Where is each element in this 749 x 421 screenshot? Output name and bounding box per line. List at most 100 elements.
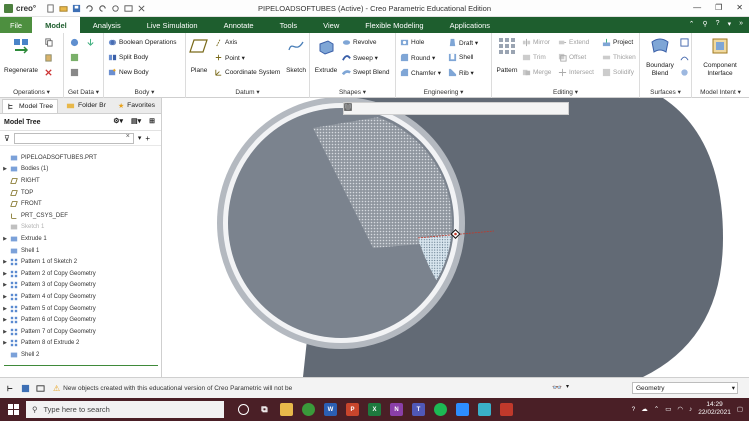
tab-file[interactable]: File [0, 17, 33, 33]
tree-item[interactable]: FRONT [0, 198, 161, 210]
tab-live-simulation[interactable]: Live Simulation [134, 17, 211, 33]
hole-button[interactable]: Hole [400, 38, 424, 47]
extend-button[interactable]: Extend [558, 38, 589, 47]
extrude-button[interactable]: Extrude [312, 36, 340, 74]
new-file-icon[interactable] [46, 3, 55, 13]
get-data-label[interactable]: Get Data ▾ [64, 88, 103, 96]
axis-button[interactable]: Axis [214, 38, 237, 47]
add-filter-icon[interactable]: + [145, 134, 150, 143]
tree-item[interactable]: Sketch 1 [0, 222, 161, 234]
help-tray-icon[interactable]: ? [632, 406, 636, 413]
round-button[interactable]: Round ▾ [400, 53, 435, 62]
split-body-button[interactable]: Split Body [108, 53, 148, 62]
tab-model[interactable]: Model [32, 17, 80, 33]
tab-annotate[interactable]: Annotate [211, 17, 267, 33]
tree-item[interactable]: Shell 1 [0, 245, 161, 257]
tree-item[interactable]: PRT_CSYS_DEF [0, 210, 161, 222]
tab-applications[interactable]: Applications [437, 17, 503, 33]
start-button[interactable] [0, 398, 26, 421]
powerpoint-icon[interactable]: P [346, 403, 359, 416]
teams-icon[interactable]: T [412, 403, 425, 416]
revolve-button[interactable]: Revolve [342, 38, 376, 47]
tree-item[interactable]: ▶ Pattern 6 of Copy Geometry [0, 314, 161, 326]
solidify-button[interactable]: Solidify [602, 68, 634, 77]
fill-icon[interactable] [680, 38, 689, 47]
notifications-icon[interactable]: ▢ [737, 405, 743, 413]
open-folder-icon[interactable] [59, 4, 68, 13]
maximize-icon[interactable]: ❐ [715, 3, 722, 12]
component-interface-button[interactable]: Component Interface [694, 36, 746, 78]
coordinate-system-button[interactable]: Coordinate System [214, 68, 280, 77]
chamfer-button[interactable]: Chamfer ▾ [400, 68, 441, 77]
chrome-icon[interactable] [302, 403, 315, 416]
close-window-icon[interactable] [137, 4, 146, 13]
copy-icon[interactable] [44, 38, 53, 47]
more-icon[interactable]: » [739, 20, 743, 28]
shell-button[interactable]: Shell [448, 53, 473, 62]
show-browser-icon[interactable] [21, 384, 30, 393]
cortana-icon[interactable] [238, 404, 249, 415]
tab-view[interactable]: View [310, 17, 352, 33]
tree-item[interactable]: ▶ Extrude 1 [0, 233, 161, 245]
tree-expand-icon[interactable]: ▶ [0, 282, 10, 288]
tree-expand-icon[interactable]: ▶ [0, 294, 10, 300]
user-defined-feature-icon[interactable] [70, 38, 79, 47]
file-explorer-icon[interactable] [280, 403, 293, 416]
sweep-button[interactable]: Sweep ▾ [342, 53, 378, 62]
close-icon[interactable]: ✕ [736, 3, 743, 12]
offset-button[interactable]: Offset [558, 53, 586, 62]
spotify-icon[interactable] [434, 403, 447, 416]
body-label[interactable]: Body ▾ [104, 88, 185, 96]
boundary-blend-button[interactable]: Boundary Blend [642, 36, 678, 78]
tree-settings-icon[interactable]: ⚙▾ [113, 117, 123, 125]
intersect-button[interactable]: Intersect [558, 68, 594, 77]
rib-button[interactable]: Rib ▾ [448, 68, 474, 77]
tree-item[interactable]: ▶ Pattern 1 of Sketch 2 [0, 256, 161, 268]
show-navigator-icon[interactable] [6, 384, 15, 393]
tab-flexible-modeling[interactable]: Flexible Modeling [352, 17, 436, 33]
pattern-button[interactable]: Pattern [494, 36, 520, 74]
thicken-button[interactable]: Thicken [602, 53, 636, 62]
save-icon[interactable] [72, 4, 81, 13]
tree-search-input[interactable]: × [13, 132, 134, 144]
tree-expand-icon[interactable]: ▶ [0, 306, 10, 312]
tree-item[interactable]: ▶ Pattern 3 of Copy Geometry [0, 280, 161, 292]
surfaces-label[interactable]: Surfaces ▾ [640, 88, 691, 96]
network-icon[interactable]: ▭ [665, 405, 671, 413]
style-icon[interactable] [680, 53, 689, 62]
redo-icon[interactable] [98, 4, 107, 13]
operations-label[interactable]: Operations ▾ [0, 88, 63, 96]
freestyle-icon[interactable] [680, 68, 689, 77]
regenerate-button[interactable]: Regenerate [2, 36, 40, 74]
onenote-icon[interactable]: N [390, 403, 403, 416]
sketch-button[interactable]: Sketch [284, 36, 308, 74]
find-dropdown-icon[interactable]: ▾ [566, 383, 569, 392]
tab-tools[interactable]: Tools [267, 17, 311, 33]
merge-button[interactable]: Merge [522, 68, 551, 77]
swept-blend-button[interactable]: Swept Blend [342, 68, 390, 77]
model-intent-label[interactable]: Model Intent ▾ [692, 88, 749, 96]
point-button[interactable]: Point ▾ [214, 53, 245, 62]
draft-button[interactable]: Draft ▾ [448, 38, 478, 47]
tree-expand-icon[interactable]: ▶ [0, 329, 10, 335]
weather-icon[interactable]: ☁ [641, 405, 648, 413]
task-view-icon[interactable]: ⧉ [258, 403, 271, 416]
tree-item[interactable]: Shell 2 [0, 349, 161, 361]
tree-item[interactable]: TOP [0, 187, 161, 199]
copy-geometry-icon[interactable] [70, 53, 79, 62]
paste-icon[interactable] [44, 53, 53, 62]
media-icon[interactable] [500, 403, 513, 416]
tree-item[interactable]: ▶ Pattern 2 of Copy Geometry [0, 268, 161, 280]
delete-icon[interactable] [44, 68, 53, 77]
tab-favorites[interactable]: ★ Favorites [114, 100, 159, 112]
windows-icon[interactable] [124, 4, 133, 13]
taskbar-search-input[interactable]: ⚲ Type here to search [26, 401, 224, 418]
plane-button[interactable]: Plane [188, 36, 210, 74]
undo-icon[interactable] [85, 4, 94, 13]
selection-filter-select[interactable]: Geometry ▾ [632, 382, 738, 394]
tree-item[interactable]: ▶ Bodies (1) [0, 164, 161, 176]
regenerate-small-icon[interactable] [111, 4, 120, 13]
clock[interactable]: 14:29 22/02/2021 [698, 401, 731, 417]
mirror-button[interactable]: Mirror [522, 38, 550, 47]
tree-expand-icon[interactable]: ▶ [0, 166, 10, 172]
